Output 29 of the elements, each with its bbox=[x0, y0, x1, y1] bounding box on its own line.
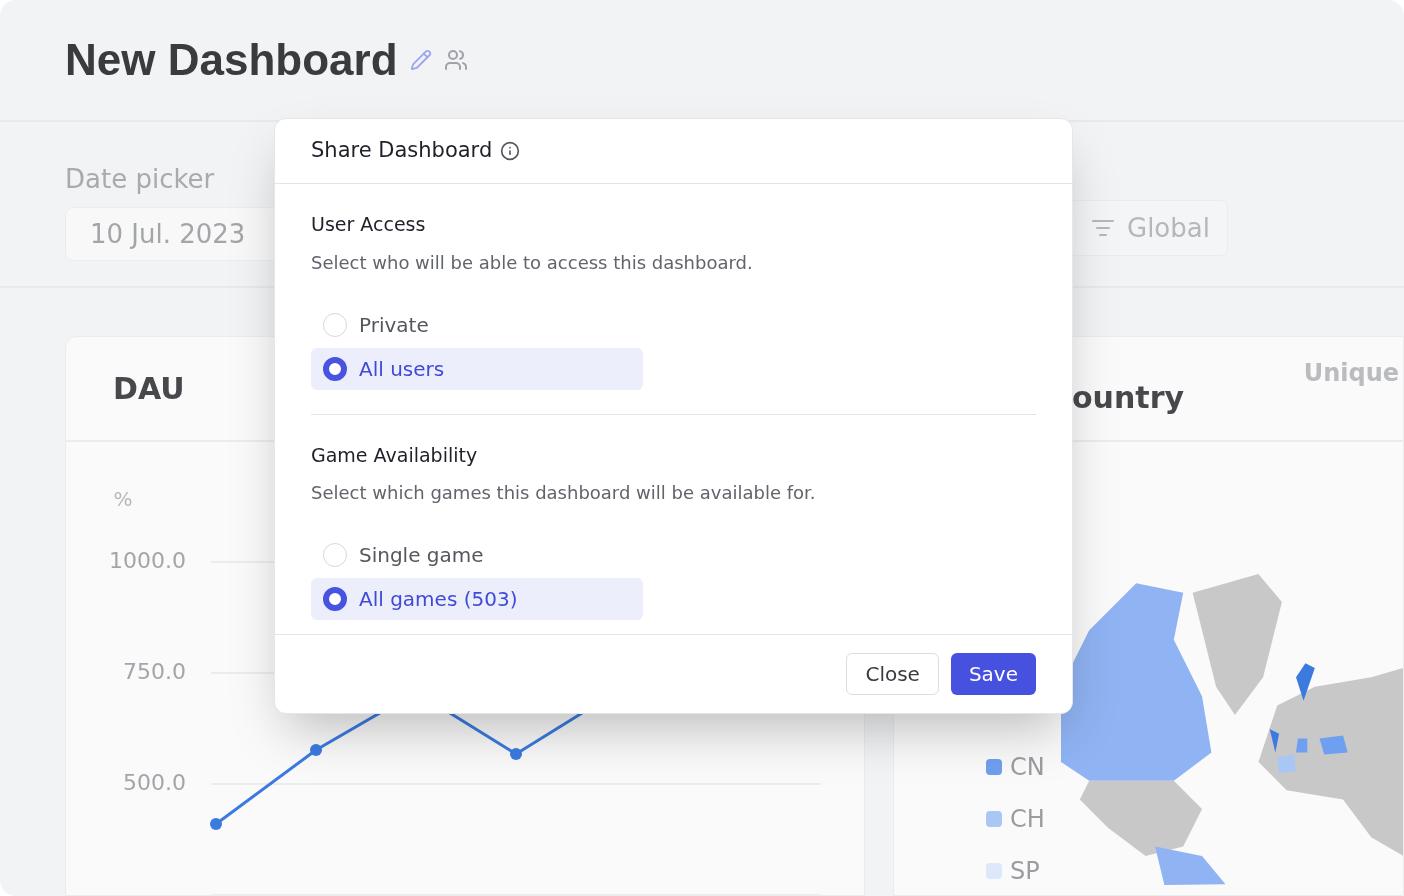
pencil-icon[interactable] bbox=[409, 49, 432, 71]
radio-button[interactable] bbox=[323, 587, 347, 611]
data-point bbox=[210, 818, 222, 830]
radio-option[interactable]: Single game bbox=[311, 534, 643, 576]
legend-label: SP bbox=[1010, 856, 1040, 887]
tick-label: 1000.0 bbox=[109, 548, 186, 573]
card-title: ountry bbox=[1072, 379, 1185, 417]
section-title: Game Availability bbox=[311, 442, 479, 468]
radio-option[interactable]: All users bbox=[311, 347, 643, 390]
users-icon[interactable] bbox=[443, 48, 468, 72]
info-icon[interactable] bbox=[500, 141, 521, 161]
card-title: DAU bbox=[113, 370, 185, 408]
radio-button[interactable] bbox=[323, 356, 347, 381]
dialog-title: Share Dashboard bbox=[311, 137, 493, 165]
legend-label: CN bbox=[1010, 752, 1045, 783]
radio-option[interactable]: Private bbox=[311, 303, 643, 346]
axis-label: % bbox=[113, 487, 133, 511]
close-button[interactable]: Close bbox=[846, 653, 939, 695]
tick-label: 750.0 bbox=[123, 659, 186, 684]
data-point bbox=[310, 744, 322, 756]
data-point bbox=[510, 748, 522, 760]
metric-label: Unique bbox=[1303, 358, 1399, 389]
field-label: Date picker bbox=[65, 163, 216, 196]
section-description: Select which games this dashboard will be available for. bbox=[311, 481, 817, 505]
page-title: New Dashboard bbox=[65, 34, 398, 86]
legend-label: CH bbox=[1010, 804, 1045, 835]
radio-option[interactable]: All games (503) bbox=[311, 578, 643, 620]
save-button[interactable]: Save bbox=[950, 653, 1036, 695]
tick-label: 500.0 bbox=[123, 770, 186, 795]
